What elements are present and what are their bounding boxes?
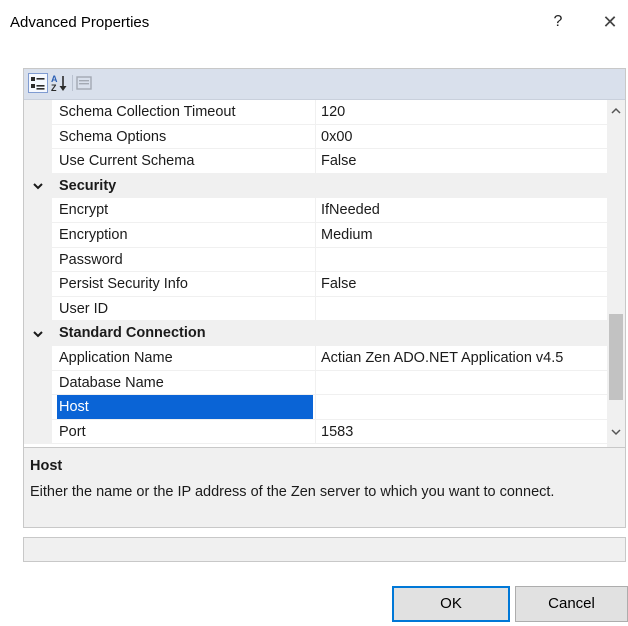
description-panel: Host Either the name or the IP address o…: [23, 448, 626, 528]
column-divider: [315, 124, 316, 149]
property-name: Schema Options: [59, 128, 167, 145]
property-value[interactable]: 120: [321, 100, 607, 124]
property-value[interactable]: False: [321, 272, 607, 296]
description-text: Either the name or the IP address of the…: [30, 484, 555, 500]
title-bar: Advanced Properties ? ✕: [0, 0, 628, 46]
property-value[interactable]: 0x00: [321, 125, 607, 149]
property-row[interactable]: Encryption Medium: [24, 222, 607, 248]
column-divider: [315, 149, 316, 173]
property-row[interactable]: Application Name Actian Zen ADO.NET Appl…: [24, 345, 607, 371]
column-divider: [315, 247, 316, 272]
ok-button[interactable]: OK: [392, 586, 510, 622]
property-value[interactable]: [321, 248, 607, 272]
property-value[interactable]: Medium: [321, 223, 607, 247]
property-row[interactable]: Use Current Schema False: [24, 149, 607, 174]
property-row[interactable]: Persist Security Info False: [24, 272, 607, 297]
category-row-security[interactable]: Security: [24, 173, 607, 199]
column-divider: [315, 222, 316, 247]
advanced-properties-dialog: Advanced Properties ? ✕ A Z Schema Colle…: [0, 0, 628, 626]
property-pages-icon[interactable]: [74, 73, 94, 93]
property-value[interactable]: [321, 297, 607, 321]
row-gutter: [24, 100, 52, 124]
property-row[interactable]: Encrypt IfNeeded: [24, 198, 607, 223]
row-gutter: [24, 222, 52, 247]
scroll-up-icon[interactable]: [607, 104, 625, 122]
help-button[interactable]: ?: [546, 10, 570, 34]
column-divider: [315, 198, 316, 222]
row-gutter: [24, 345, 52, 370]
row-gutter: [24, 124, 52, 149]
category-name: Security: [59, 177, 117, 194]
row-gutter: [24, 395, 52, 419]
property-row[interactable]: Schema Collection Timeout 120: [24, 100, 607, 125]
property-name: Persist Security Info: [59, 276, 188, 293]
property-name: Password: [59, 251, 123, 268]
property-value[interactable]: [321, 395, 607, 419]
property-row-selected[interactable]: Host: [24, 395, 607, 420]
column-divider: [315, 395, 316, 419]
category-row-standard-connection[interactable]: Standard Connection: [24, 321, 607, 346]
column-divider: [315, 100, 316, 124]
vertical-scrollbar[interactable]: [607, 100, 625, 447]
property-value[interactable]: Actian Zen ADO.NET Application v4.5: [321, 346, 607, 370]
property-row[interactable]: Password: [24, 247, 607, 273]
property-value[interactable]: IfNeeded: [321, 198, 607, 222]
column-divider: [315, 296, 316, 321]
column-divider: [315, 419, 316, 444]
alphabetical-icon[interactable]: A Z: [50, 73, 70, 93]
property-row[interactable]: User ID: [24, 296, 607, 322]
scrollbar-thumb[interactable]: [609, 314, 623, 400]
svg-text:Z: Z: [51, 83, 57, 93]
chevron-down-icon[interactable]: [30, 174, 46, 198]
toolbar-separator: [72, 75, 73, 91]
property-value[interactable]: False: [321, 149, 607, 173]
property-name: Encryption: [59, 226, 128, 243]
property-value[interactable]: 1583: [321, 420, 607, 444]
status-bar: [23, 537, 626, 562]
property-name: Encrypt: [59, 202, 109, 219]
cancel-button[interactable]: Cancel: [515, 586, 628, 622]
property-name: Schema Collection Timeout: [59, 104, 236, 120]
property-rows: Schema Collection Timeout 120 Schema Opt…: [24, 100, 607, 445]
property-value[interactable]: [321, 371, 607, 395]
column-divider: [315, 345, 316, 370]
column-divider: [315, 370, 316, 395]
row-gutter: [24, 370, 52, 395]
row-gutter: [24, 419, 52, 444]
property-grid: A Z Schema Collection Timeout 120 Schema…: [23, 68, 626, 448]
row-gutter: [24, 149, 52, 173]
property-name: User ID: [59, 300, 109, 317]
category-name: Standard Connection: [59, 325, 206, 342]
row-gutter: [24, 272, 52, 296]
row-gutter: [24, 247, 52, 272]
property-grid-toolbar: A Z: [24, 69, 625, 100]
property-name: Use Current Schema: [59, 153, 195, 170]
property-name: Port: [59, 423, 86, 440]
property-name: Application Name: [59, 349, 173, 366]
chevron-down-icon[interactable]: [30, 321, 46, 345]
property-name: Database Name: [59, 374, 164, 391]
property-row[interactable]: Port 1583: [24, 419, 607, 445]
row-gutter: [24, 198, 52, 222]
property-row[interactable]: Schema Options 0x00: [24, 124, 607, 150]
dialog-title: Advanced Properties: [10, 14, 150, 31]
close-button[interactable]: ✕: [598, 10, 622, 34]
scroll-down-icon[interactable]: [607, 425, 625, 443]
categorized-icon[interactable]: [28, 73, 48, 93]
property-row[interactable]: Database Name: [24, 370, 607, 396]
row-gutter: [24, 296, 52, 321]
description-title: Host: [30, 458, 63, 474]
property-name: Host: [57, 395, 313, 419]
column-divider: [315, 272, 316, 296]
